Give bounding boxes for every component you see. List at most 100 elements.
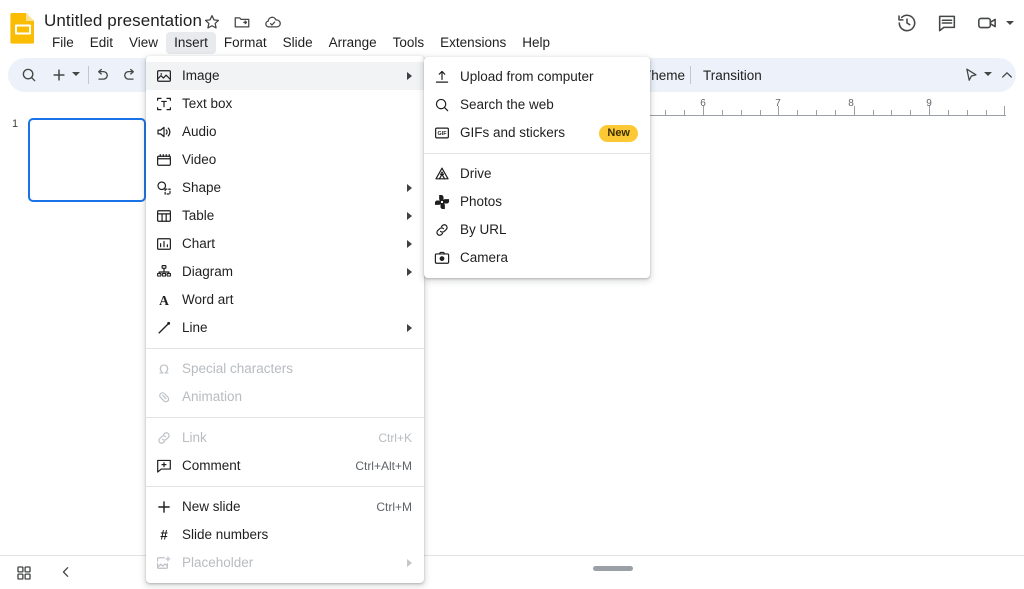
insert-dropdown-menu: Image Text box Audio Video Shape Table Chart Di…: [146, 56, 424, 583]
link-icon: [424, 221, 460, 239]
horizontal-scrollbar-thumb[interactable]: [593, 566, 633, 571]
menu-item-shortcut: Ctrl+K: [378, 431, 412, 445]
menu-item-label: Word art: [182, 291, 412, 309]
menu-item-label: Link: [182, 429, 362, 447]
undo-icon[interactable]: [93, 66, 111, 84]
insert-menu-item-line[interactable]: Line: [146, 314, 424, 342]
move-to-folder-icon[interactable]: [233, 13, 251, 31]
insert-menu-item-link: Link Ctrl+K: [146, 424, 424, 452]
image-submenu-item-gifs-and-stickers[interactable]: GIFGIFs and stickersNew: [424, 119, 650, 147]
menu-arrange[interactable]: Arrange: [321, 32, 385, 54]
menu-divider: [146, 417, 424, 418]
meet-dropdown-caret-icon[interactable]: [1006, 21, 1014, 25]
menu-item-label: Video: [182, 151, 412, 169]
transition-button[interactable]: Transition: [703, 67, 762, 84]
image-submenu-item-photos[interactable]: Photos: [424, 188, 650, 216]
insert-menu-item-audio[interactable]: Audio: [146, 118, 424, 146]
insert-menu-item-shape[interactable]: Shape: [146, 174, 424, 202]
gif-icon: GIF: [424, 124, 460, 142]
search-icon[interactable]: [20, 66, 38, 84]
menu-item-label: GIFs and stickers: [460, 124, 587, 142]
menu-item-label: Drive: [460, 165, 638, 183]
image-submenu-item-drive[interactable]: Drive: [424, 160, 650, 188]
submenu-arrow-icon: [407, 559, 412, 567]
new-slide-plus-icon[interactable]: [50, 66, 68, 84]
slide-thumbnail-1[interactable]: [28, 118, 146, 202]
insert-menu-item-new-slide[interactable]: New slideCtrl+M: [146, 493, 424, 521]
menu-help[interactable]: Help: [514, 32, 558, 54]
menu-edit[interactable]: Edit: [82, 32, 121, 54]
star-icon[interactable]: [203, 13, 221, 31]
insert-menu-item-image[interactable]: Image: [146, 62, 424, 90]
ruler-minor-tick: [967, 110, 968, 115]
redo-icon[interactable]: [121, 66, 139, 84]
collapse-filmstrip-chevron-left-icon[interactable]: [58, 564, 74, 580]
placeholder-icon: [146, 554, 182, 572]
slide-filmstrip: 1: [0, 104, 149, 555]
meet-camera-icon[interactable]: [976, 12, 998, 34]
menu-extensions[interactable]: Extensions: [432, 32, 514, 54]
insert-menu-item-diagram[interactable]: Diagram: [146, 258, 424, 286]
insert-menu-item-chart[interactable]: Chart: [146, 230, 424, 258]
new-slide-layout-caret-icon[interactable]: [72, 72, 80, 76]
audio-icon: [146, 123, 182, 141]
insert-menu-item-word-art[interactable]: AWord art: [146, 286, 424, 314]
submenu-arrow-icon: [407, 212, 412, 220]
menu-insert[interactable]: Insert: [166, 32, 216, 54]
insert-menu-item-text-box[interactable]: Text box: [146, 90, 424, 118]
menu-file[interactable]: File: [44, 32, 82, 54]
link-icon: [146, 429, 182, 447]
insert-menu-item-special-characters: ΩSpecial characters: [146, 355, 424, 383]
hash-icon: #: [146, 526, 182, 544]
comment-icon[interactable]: [936, 12, 958, 34]
menu-item-label: By URL: [460, 221, 638, 239]
collapse-toolbar-chevron-up-icon[interactable]: [999, 67, 1015, 83]
chart-icon: [146, 235, 182, 253]
menu-view[interactable]: View: [121, 32, 166, 54]
insert-menu-item-table[interactable]: Table: [146, 202, 424, 230]
insert-menu-item-video[interactable]: Video: [146, 146, 424, 174]
cursor-dropdown-caret-icon[interactable]: [984, 72, 992, 76]
insert-menu-item-slide-numbers[interactable]: # Slide numbers: [146, 521, 424, 549]
svg-text:GIF: GIF: [438, 131, 448, 137]
insert-menu-item-placeholder: Placeholder: [146, 549, 424, 577]
image-submenu-item-upload-from-computer[interactable]: Upload from computer: [424, 63, 650, 91]
ruler-number-label: 9: [926, 98, 932, 110]
menu-item-label: Diagram: [182, 263, 397, 281]
image-submenu-item-search-the-web[interactable]: Search the web: [424, 91, 650, 119]
menu-item-label: Text box: [182, 95, 412, 113]
menu-item-label: New slide: [182, 498, 360, 516]
table-icon: [146, 207, 182, 225]
document-title[interactable]: Untitled presentation: [44, 10, 202, 32]
image-submenu-item-by-url[interactable]: By URL: [424, 216, 650, 244]
menu-divider: [146, 348, 424, 349]
textbox-icon: [146, 95, 182, 113]
menu-item-label: Comment: [182, 457, 339, 475]
photos-icon: [424, 193, 460, 211]
menu-format[interactable]: Format: [216, 32, 275, 54]
menu-item-label: Line: [182, 319, 397, 337]
menu-item-label: Chart: [182, 235, 397, 253]
drive-icon: [424, 165, 460, 183]
wordart-icon: A: [146, 291, 182, 309]
search-icon: [424, 96, 460, 114]
grid-view-icon[interactable]: [15, 564, 33, 582]
menu-divider: [424, 153, 650, 154]
menu-item-label: Table: [182, 207, 397, 225]
menu-item-label: Image: [182, 67, 397, 85]
svg-text:#: #: [160, 528, 168, 543]
image-submenu-item-camera[interactable]: Camera: [424, 244, 650, 272]
ruler-number-label: 8: [848, 98, 854, 110]
menu-tools[interactable]: Tools: [385, 32, 433, 54]
insert-menu-item-comment[interactable]: CommentCtrl+Alt+M: [146, 452, 424, 480]
svg-text:Ω: Ω: [159, 363, 169, 378]
version-history-icon[interactable]: [896, 12, 918, 34]
plus-icon: [146, 498, 182, 516]
diagram-icon: [146, 263, 182, 281]
menu-slide[interactable]: Slide: [275, 32, 321, 54]
ruler-minor-tick: [797, 110, 798, 115]
menu-item-label: Slide numbers: [182, 526, 412, 544]
cloud-saved-icon[interactable]: [263, 13, 281, 31]
cursor-select-icon[interactable]: [962, 66, 980, 84]
ruler-minor-tick: [835, 110, 836, 115]
